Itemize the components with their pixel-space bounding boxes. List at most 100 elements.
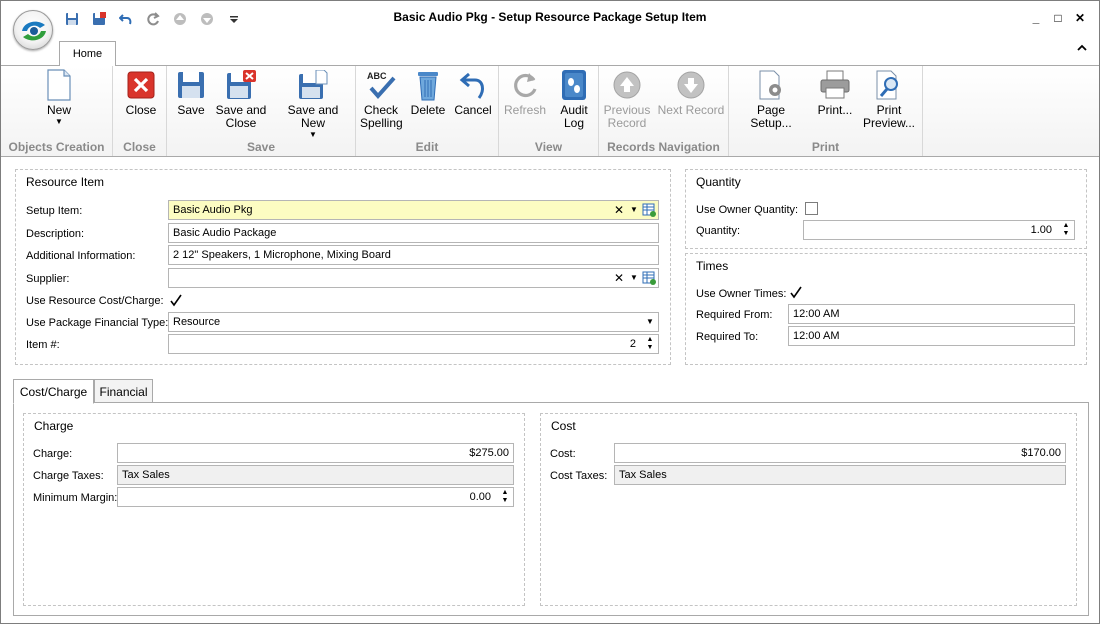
save-and-new-dropdown-icon: ▼ [309, 130, 317, 139]
page-setup-button[interactable]: Page Setup... [735, 68, 807, 130]
undo-arrow-icon [459, 72, 484, 99]
quantity-label: Quantity: [696, 225, 741, 237]
required-to-field[interactable]: 12:00 AM [788, 326, 1075, 346]
close-icon [127, 71, 155, 99]
charge-label: Charge: [33, 448, 73, 460]
minimum-margin-spinner[interactable]: ▲ ▼ [500, 489, 510, 505]
new-document-icon [47, 69, 71, 101]
close-window-button[interactable]: ✕ [1069, 9, 1091, 27]
setup-item-lookup-icon[interactable] [642, 203, 656, 217]
save-and-close-button[interactable]: Save and Close [215, 68, 267, 130]
refresh-button[interactable]: Refresh [503, 68, 547, 117]
new-dropdown-icon: ▼ [55, 117, 63, 126]
app-window: Basic Audio Pkg - Setup Resource Package… [0, 0, 1100, 624]
save-button[interactable]: Save [173, 68, 209, 117]
check-spelling-button[interactable]: ABC Check Spelling [360, 68, 403, 130]
clear-setup-item-icon[interactable]: ✕ [613, 203, 625, 217]
use-owner-quantity-checkbox[interactable] [805, 202, 818, 215]
item-number-value: 2 [629, 338, 636, 350]
times-panel: Times Use Owner Times: Required From: 12… [685, 253, 1087, 365]
delete-button[interactable]: Delete [408, 68, 448, 117]
use-package-financial-type-label: Use Package Financial Type: [26, 317, 169, 329]
next-record-button[interactable]: Next Record [657, 68, 725, 117]
additional-information-field[interactable]: 2 12" Speakers, 1 Microphone, Mixing Boa… [168, 245, 659, 265]
use-owner-times-checkbox[interactable] [789, 286, 802, 299]
charge-taxes-field[interactable]: Tax Sales [117, 465, 514, 485]
page-setup-icon [759, 70, 781, 100]
print-preview-button[interactable]: Print Preview... [863, 68, 915, 130]
quantity-title: Quantity [696, 175, 741, 189]
minimize-button[interactable]: _ [1025, 9, 1047, 27]
spin-up-icon[interactable]: ▲ [1061, 222, 1071, 230]
svg-text:ABC: ABC [367, 71, 387, 81]
save-and-new-icon [299, 70, 328, 99]
setup-item-dropdown-icon[interactable]: ▼ [629, 203, 639, 217]
financial-type-dropdown-icon[interactable]: ▼ [645, 315, 655, 329]
supplier-lookup-icon[interactable] [642, 271, 656, 285]
use-owner-times-label: Use Owner Times: [696, 288, 787, 300]
checkmark-icon [790, 286, 802, 299]
required-from-label: Required From: [696, 309, 773, 321]
checkmark-icon [170, 294, 182, 307]
spin-up-icon[interactable]: ▲ [500, 489, 510, 497]
tab-cost-charge[interactable]: Cost/Charge [13, 379, 94, 404]
arrow-up-circle-icon [613, 71, 641, 99]
printer-icon [820, 70, 850, 99]
floppy-disk-icon [178, 72, 204, 98]
print-preview-icon [876, 70, 898, 100]
arrow-down-circle-icon [677, 71, 705, 99]
window-controls: _ □ ✕ [1025, 9, 1091, 27]
spin-down-icon[interactable]: ▼ [500, 497, 510, 505]
print-button[interactable]: Print... [813, 68, 857, 117]
clear-supplier-icon[interactable]: ✕ [613, 271, 625, 285]
use-resource-cost-checkbox[interactable] [169, 294, 182, 307]
save-and-new-button[interactable]: Save and New ▼ [275, 68, 351, 139]
window-title: Basic Audio Pkg - Setup Resource Package… [393, 10, 707, 24]
audit-log-button[interactable]: Audit Log [555, 68, 593, 130]
group-label-objects-creation: Objects Creation [8, 140, 105, 154]
setup-item-field[interactable]: Basic Audio Pkg ✕ ▼ [168, 200, 659, 220]
group-close: Close Close [113, 66, 167, 156]
app-menu-button[interactable] [13, 10, 53, 50]
required-from-field[interactable]: 12:00 AM [788, 304, 1075, 324]
new-button[interactable]: New ▼ [37, 68, 81, 126]
required-to-label: Required To: [696, 331, 759, 343]
description-field[interactable]: Basic Audio Package [168, 223, 659, 243]
use-resource-cost-label: Use Resource Cost/Charge: [26, 295, 164, 307]
spin-down-icon[interactable]: ▼ [645, 344, 655, 352]
collapse-ribbon-button[interactable] [1077, 43, 1087, 55]
tab-financial[interactable]: Financial [94, 379, 153, 403]
item-number-spinner[interactable]: ▲ ▼ [645, 336, 655, 352]
charge-panel: Charge Charge: $275.00 Charge Taxes: Tax… [23, 413, 525, 606]
minimum-margin-label: Minimum Margin: [33, 492, 118, 504]
cancel-button[interactable]: Cancel [453, 68, 493, 117]
spin-up-icon[interactable]: ▲ [645, 336, 655, 344]
group-records-navigation: Previous Record Next Record Records Navi… [599, 66, 729, 156]
chevron-up-icon [1077, 44, 1087, 51]
group-label-save: Save [246, 140, 276, 154]
supplier-field[interactable]: ✕ ▼ [168, 268, 659, 288]
previous-record-button[interactable]: Previous Record [603, 68, 651, 130]
item-number-field[interactable]: 2 ▲ ▼ [168, 334, 659, 354]
cost-field[interactable]: $170.00 [614, 443, 1066, 463]
group-label-close: Close [123, 140, 156, 154]
quantity-spinner[interactable]: ▲ ▼ [1061, 222, 1071, 238]
group-objects-creation: New ▼ Objects Creation [1, 66, 113, 156]
resource-item-title: Resource Item [26, 175, 105, 189]
group-label-records-navigation: Records Navigation [607, 140, 720, 154]
use-package-financial-type-select[interactable]: Resource ▼ [168, 312, 659, 332]
group-print: Page Setup... Print... Print Preview... … [729, 66, 923, 156]
charge-title: Charge [34, 419, 74, 433]
supplier-dropdown-icon[interactable]: ▼ [629, 271, 639, 285]
title-bar: Basic Audio Pkg - Setup Resource Package… [1, 1, 1099, 50]
minimum-margin-field[interactable]: 0.00 ▲ ▼ [117, 487, 514, 507]
spin-down-icon[interactable]: ▼ [1061, 230, 1071, 238]
setup-item-value: Basic Audio Pkg [173, 204, 253, 216]
trash-icon [418, 72, 438, 101]
tab-home[interactable]: Home [59, 41, 116, 66]
maximize-button[interactable]: □ [1047, 9, 1069, 27]
charge-field[interactable]: $275.00 [117, 443, 514, 463]
quantity-field[interactable]: 1.00 ▲ ▼ [803, 220, 1075, 240]
close-button[interactable]: Close [121, 68, 161, 117]
cost-taxes-field[interactable]: Tax Sales [614, 465, 1066, 485]
